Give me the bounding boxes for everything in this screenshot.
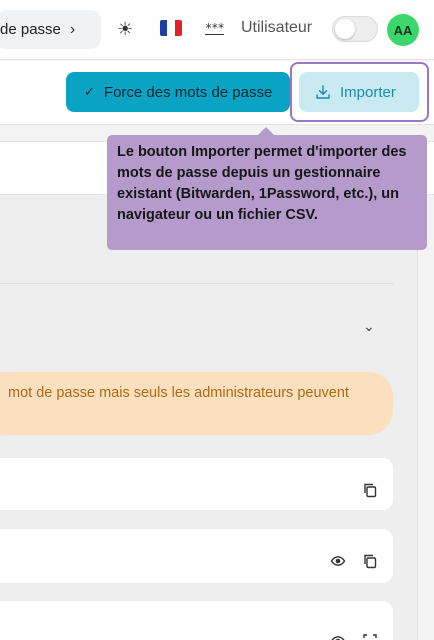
eye-icon[interactable]	[329, 552, 347, 570]
copy-icon[interactable]	[361, 552, 379, 570]
chevron-right-icon: ›	[69, 20, 76, 38]
user-toggle[interactable]	[332, 16, 378, 42]
toggle-knob	[335, 19, 355, 39]
field-row-1	[0, 458, 393, 510]
sun-icon[interactable]: ☀	[117, 18, 133, 40]
password-dots-icon[interactable]: ***	[205, 22, 225, 35]
password-strength-button[interactable]: ✓ Force des mots de passe	[66, 72, 290, 112]
user-label: Utilisateur	[241, 19, 313, 36]
import-label: Importer	[340, 83, 396, 101]
avatar[interactable]: AA	[387, 14, 419, 46]
check-icon: ✓	[84, 84, 95, 99]
admin-notice: mot de passe mais seuls les administrate…	[0, 372, 393, 435]
breadcrumb-label: de passe	[0, 21, 61, 38]
password-strength-label: Force des mots de passe	[103, 83, 273, 101]
copy-icon[interactable]	[361, 481, 379, 499]
chevron-down-icon[interactable]: ⌄	[363, 318, 375, 335]
flag-fr-icon[interactable]	[160, 20, 182, 36]
breadcrumb[interactable]: de passe ›	[0, 10, 101, 49]
import-tooltip: Le bouton Importer permet d'importer des…	[107, 135, 427, 250]
field-row-2	[0, 529, 393, 583]
field-row-3	[0, 601, 393, 640]
scan-icon[interactable]	[361, 632, 379, 640]
section-divider	[0, 283, 393, 284]
download-icon	[316, 85, 330, 99]
import-button[interactable]: Importer	[299, 72, 419, 112]
eye-icon[interactable]	[329, 632, 347, 640]
top-header: de passe › ☀ *** Utilisateur AA	[0, 0, 434, 60]
